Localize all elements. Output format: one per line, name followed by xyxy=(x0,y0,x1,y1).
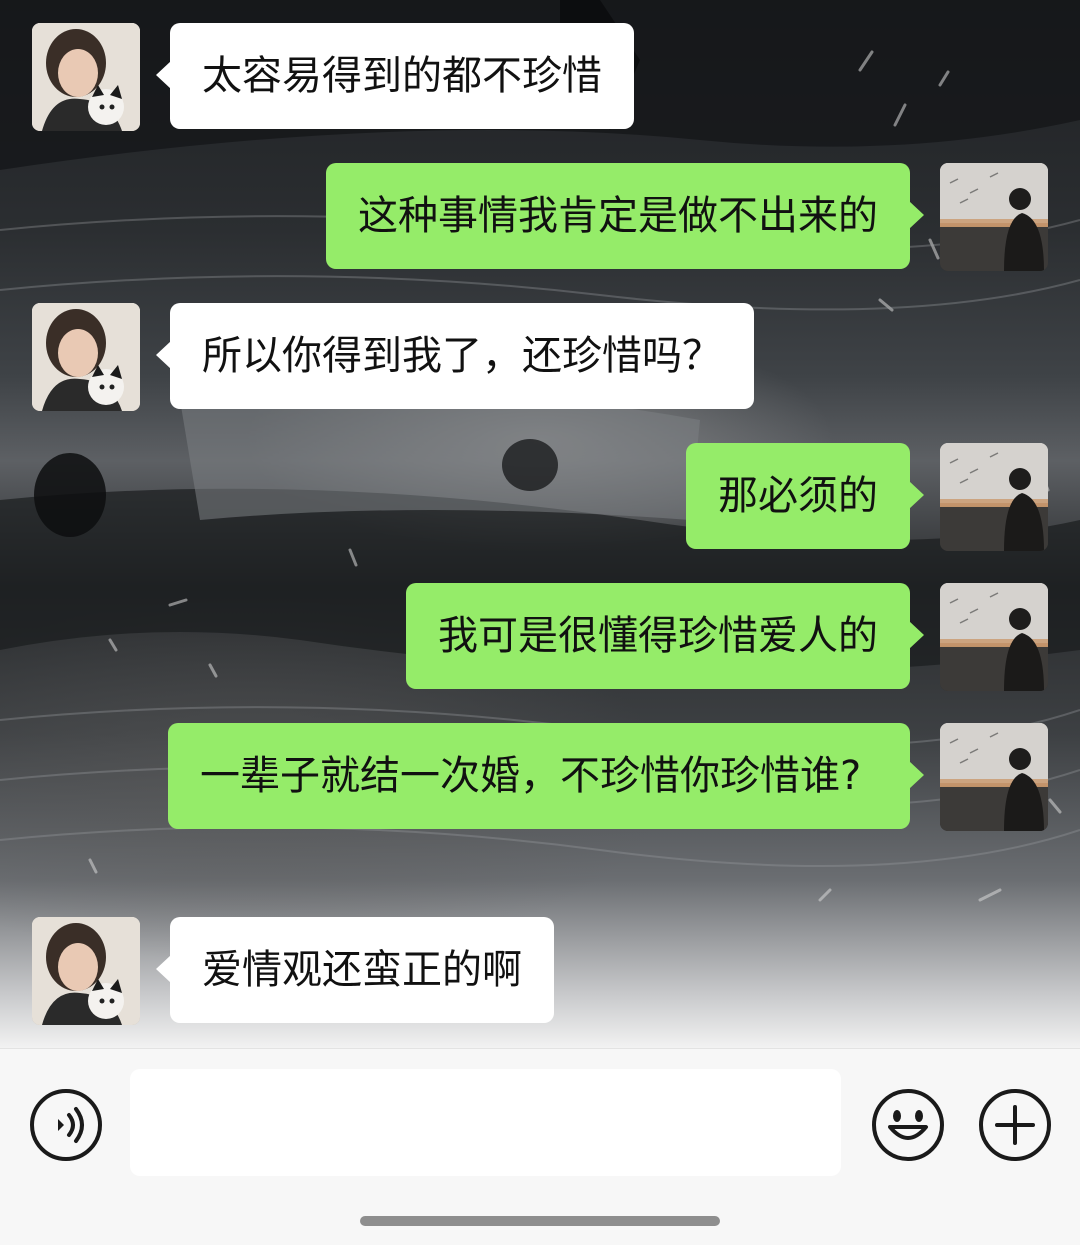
contact-avatar[interactable] xyxy=(32,23,140,131)
message-bubble-outgoing[interactable]: 我可是很懂得珍惜爱人的 xyxy=(406,583,924,689)
home-indicator[interactable] xyxy=(360,1216,720,1226)
contact-avatar[interactable] xyxy=(32,303,140,411)
chat-background-wallpaper xyxy=(0,0,1080,1048)
my-avatar[interactable] xyxy=(940,583,1048,691)
message-bubble-incoming[interactable]: 爱情观还蛮正的啊 xyxy=(156,917,554,1023)
message-bubble-outgoing[interactable]: 这种事情我肯定是做不出来的 xyxy=(326,163,924,269)
my-avatar[interactable] xyxy=(940,723,1048,831)
message-bubble-incoming[interactable]: 所以你得到我了，还珍惜吗？ xyxy=(156,303,754,409)
message-bubble-incoming[interactable]: 太容易得到的都不珍惜 xyxy=(156,23,634,129)
smiley-face-icon xyxy=(872,1089,944,1161)
message-text-input[interactable] xyxy=(130,1069,841,1176)
emoji-button[interactable] xyxy=(870,1087,946,1163)
plus-circle-icon xyxy=(979,1089,1051,1161)
my-avatar[interactable] xyxy=(940,443,1048,551)
chat-screen: 太容易得到的都不珍惜 这种事情我肯定是做不出来的 所以你得到我了，还珍惜吗？ 那… xyxy=(0,0,1080,1245)
more-actions-button[interactable] xyxy=(977,1087,1053,1163)
voice-icon xyxy=(58,1107,84,1143)
message-bubble-outgoing[interactable]: 一辈子就结一次婚，不珍惜你珍惜谁? xyxy=(168,723,924,829)
my-avatar[interactable] xyxy=(940,163,1048,271)
chat-input-bar xyxy=(0,1048,1080,1245)
contact-avatar[interactable] xyxy=(32,917,140,1025)
voice-input-button[interactable] xyxy=(30,1089,102,1161)
message-bubble-outgoing[interactable]: 那必须的 xyxy=(686,443,924,549)
